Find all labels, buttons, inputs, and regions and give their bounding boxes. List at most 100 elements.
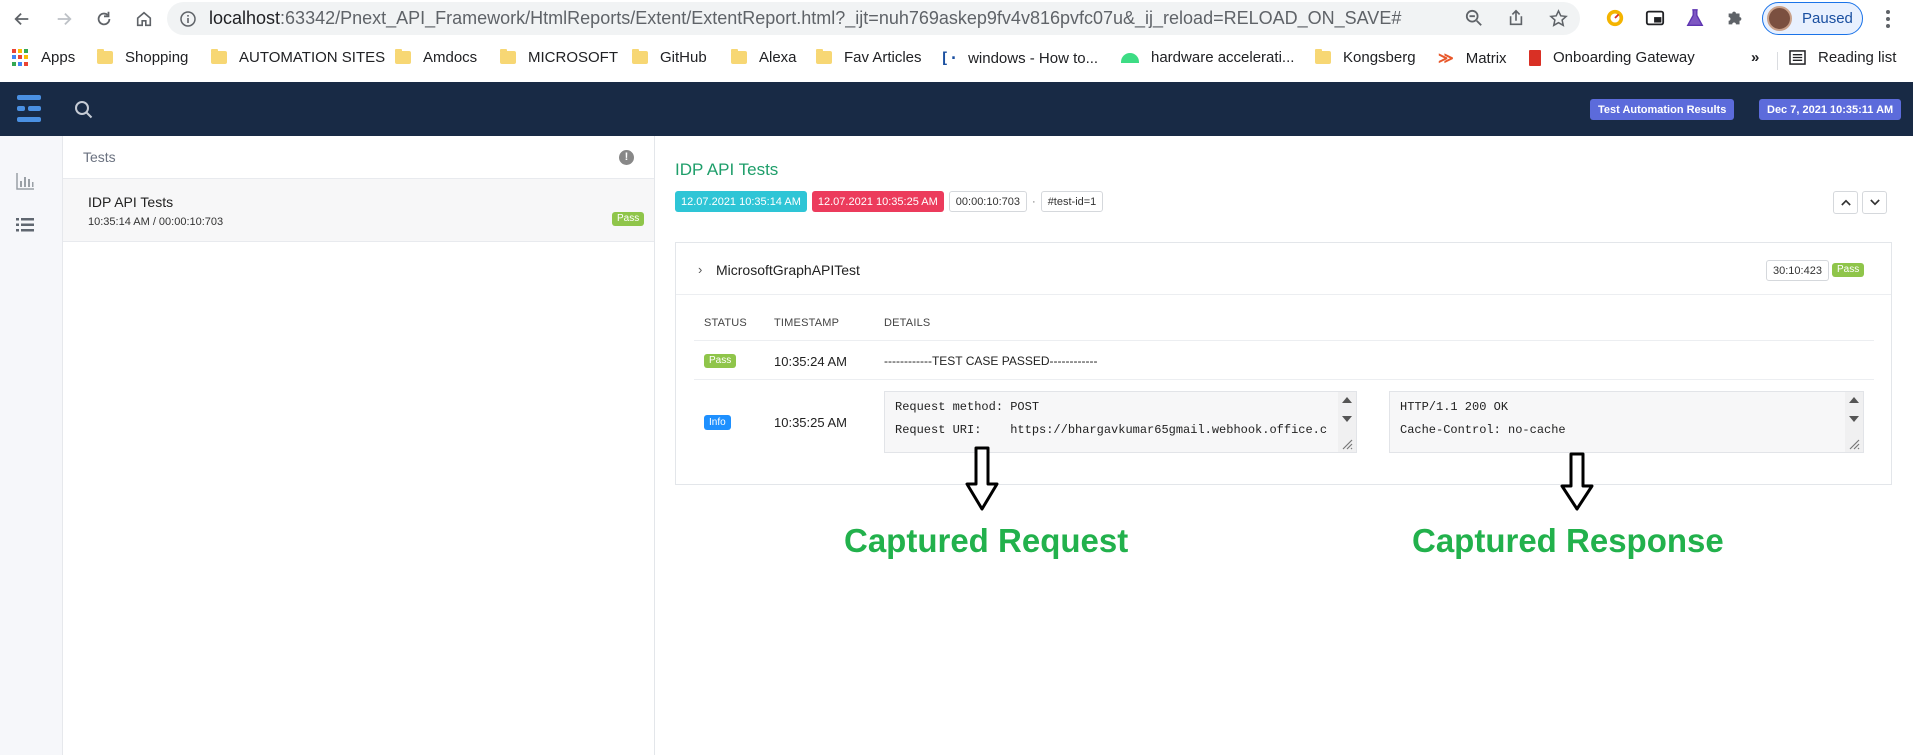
folder-icon [211,49,227,64]
bookmark-kongsberg[interactable]: Kongsberg [1315,49,1416,66]
folder-icon [97,49,113,64]
bookmark-windows-how-to[interactable]: [· windows - How to... [940,49,1098,67]
search-icon[interactable] [74,100,94,120]
bookmark-microsoft[interactable]: MICROSOFT [500,49,618,66]
column-header-details: DETAILS [884,317,931,329]
reload-button[interactable] [87,2,121,36]
site-info-icon[interactable] [180,10,196,27]
reading-list-button[interactable]: Reading list [1789,49,1896,66]
resize-grip-icon[interactable] [1341,438,1353,450]
test-id-badge: #test-id=1 [1040,191,1104,212]
back-button[interactable] [5,2,39,36]
browser-toolbar: localhost:63342/Pnext_API_Framework/Html… [0,0,1913,38]
reading-list-label: Reading list [1818,49,1897,66]
bookmark-automation-sites[interactable]: AUTOMATION SITES [211,49,385,66]
log-timestamp: 10:35:25 AM [774,415,847,430]
chevron-down-icon [1869,199,1880,206]
bookmark-amdocs[interactable]: Amdocs [395,49,477,66]
log-details: ------------TEST CASE PASSED------------ [884,354,1098,368]
home-icon [136,11,152,27]
forward-arrow-icon [57,12,72,26]
reading-list-icon [1789,50,1806,65]
forward-button[interactable] [47,2,81,36]
test-node-header[interactable]: › MicrosoftGraphAPITest 30:10:423 Pass [676,243,1891,295]
bookmark-matrix[interactable]: ≫ Matrix [1438,49,1507,68]
test-list-item[interactable]: IDP API Tests 10:35:14 AM / 00:00:10:703… [63,179,654,242]
response-text: HTTP/1.1 200 OK Cache-Control: no-cache [1400,400,1566,437]
tests-heading: Tests [83,149,116,165]
meta-separator: · [1032,195,1036,208]
dashboard-chart-icon[interactable] [15,172,35,190]
down-arrow-icon [965,446,999,511]
chevron-right-icon[interactable]: › [698,262,702,277]
url-path: :63342/Pnext_API_Framework/HtmlReports/E… [280,8,1402,28]
browser-menu-icon[interactable] [1878,8,1898,30]
bookmarks-bar: Apps Shopping AUTOMATION SITES Amdocs MI… [0,40,1913,78]
share-icon[interactable] [1506,8,1526,28]
captured-response-label: Captured Response [1412,522,1724,559]
bookmark-star-icon[interactable] [1548,8,1568,28]
bookmark-shopping[interactable]: Shopping [97,49,188,66]
folder-icon [816,49,832,64]
end-time-badge: 12.07.2021 10:35:25 AM [811,191,944,212]
bookmark-github[interactable]: GitHub [632,49,707,66]
document-icon [1529,49,1541,66]
status-badge: Pass [1832,263,1865,277]
zoom-icon[interactable] [1464,8,1484,28]
resize-grip-icon[interactable] [1848,438,1860,450]
side-nav [0,136,63,755]
url-text: localhost:63342/Pnext_API_Framework/Html… [209,8,1401,29]
android-icon [1121,52,1139,63]
matrix-icon: ≫ [1438,50,1454,67]
status-badge: Pass [612,212,645,226]
bookmark-label: AUTOMATION SITES [239,49,386,66]
bookmark-fav-articles[interactable]: Fav Articles [816,49,922,66]
scroll-up-icon[interactable] [1849,397,1859,403]
extension-flask-icon[interactable] [1684,7,1706,29]
bookmark-alexa[interactable]: Alexa [731,49,797,66]
expand-all-button[interactable] [1862,191,1887,214]
folder-icon [731,49,747,64]
profile-button[interactable]: Paused [1762,2,1863,35]
test-timing: 10:35:14 AM / 00:00:10:703 [88,216,224,228]
response-scrollbar[interactable] [1845,392,1863,452]
bookmark-onboarding-gateway[interactable]: Onboarding Gateway [1529,49,1695,66]
bookmark-label: Shopping [125,49,189,66]
chevron-up-icon [1840,199,1851,206]
folder-icon [632,49,648,64]
bookmark-hardware[interactable]: hardware accelerati... [1121,49,1294,66]
request-scrollbar[interactable] [1338,392,1356,452]
extensions-puzzle-icon[interactable] [1724,7,1746,29]
test-name: IDP API Tests [88,194,174,210]
test-detail-panel: IDP API Tests 12.07.2021 10:35:14 AM 12.… [656,136,1913,755]
test-node-duration: 30:10:423 [1766,260,1829,281]
response-textarea[interactable]: HTTP/1.1 200 OK Cache-Control: no-cache [1389,391,1864,453]
test-list-icon[interactable] [15,216,35,234]
folder-icon [395,49,411,64]
bookmarks-overflow-button[interactable]: » [1751,49,1759,66]
scroll-down-icon[interactable] [1342,416,1352,422]
row-divider [694,340,1874,341]
home-button[interactable] [127,2,161,36]
bookmark-label: Fav Articles [844,49,922,66]
report-name-badge: Test Automation Results [1590,99,1735,120]
column-header-timestamp: TIMESTAMP [774,317,840,329]
url-host: localhost [209,8,281,28]
tests-panel-header: Tests ! [63,136,654,179]
captured-request-label: Captured Request [844,522,1129,559]
scroll-up-icon[interactable] [1342,397,1352,403]
extent-logo-icon[interactable] [15,91,45,127]
address-bar[interactable]: localhost:63342/Pnext_API_Framework/Html… [167,2,1580,35]
bookmark-label: Onboarding Gateway [1553,49,1695,66]
detail-title: IDP API Tests [675,160,779,179]
collapse-all-button[interactable] [1833,191,1858,214]
bookmark-apps[interactable]: Apps [12,49,75,66]
status-filter-icon[interactable]: ! [619,150,634,165]
bookmark-label: hardware accelerati... [1151,49,1295,66]
scroll-down-icon[interactable] [1849,416,1859,422]
start-time-badge: 12.07.2021 10:35:14 AM [675,191,807,212]
request-textarea[interactable]: Request method: POST Request URI: https:… [884,391,1357,453]
test-meta-chips: 12.07.2021 10:35:14 AM 12.07.2021 10:35:… [675,191,1104,212]
extension-speed-icon[interactable] [1604,7,1626,29]
extension-picture-icon[interactable] [1644,7,1666,29]
